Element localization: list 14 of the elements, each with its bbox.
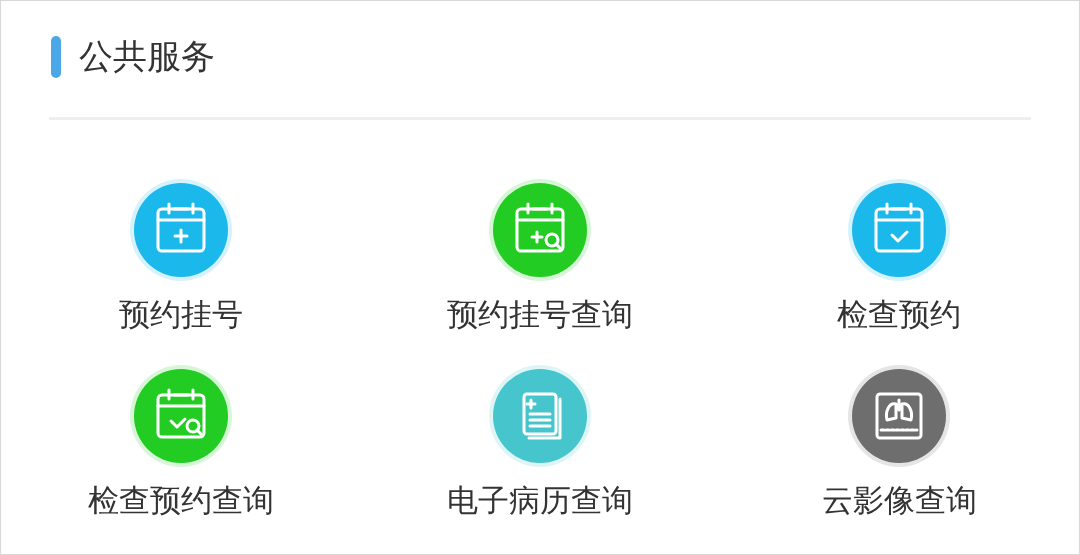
section-title: 公共服务 — [79, 35, 215, 78]
service-label[interactable]: 电子病历查询 — [447, 480, 633, 522]
service-label[interactable]: 检查预约查询 — [87, 480, 274, 522]
service-label[interactable]: 检查预约 — [837, 294, 962, 336]
calendar-plus-icon[interactable] — [128, 178, 233, 282]
calendar-check-icon[interactable] — [847, 178, 952, 282]
service-label[interactable]: 预约挂号 — [118, 294, 243, 336]
lungs-icon[interactable] — [847, 364, 952, 468]
service-label[interactable]: 预约挂号查询 — [447, 294, 633, 336]
calendar-search-icon[interactable] — [128, 364, 233, 468]
accent-bar — [51, 36, 61, 78]
service-label[interactable]: 云影像查询 — [821, 480, 977, 522]
calendar-search-icon[interactable] — [488, 178, 592, 282]
document-icon[interactable] — [488, 364, 592, 468]
